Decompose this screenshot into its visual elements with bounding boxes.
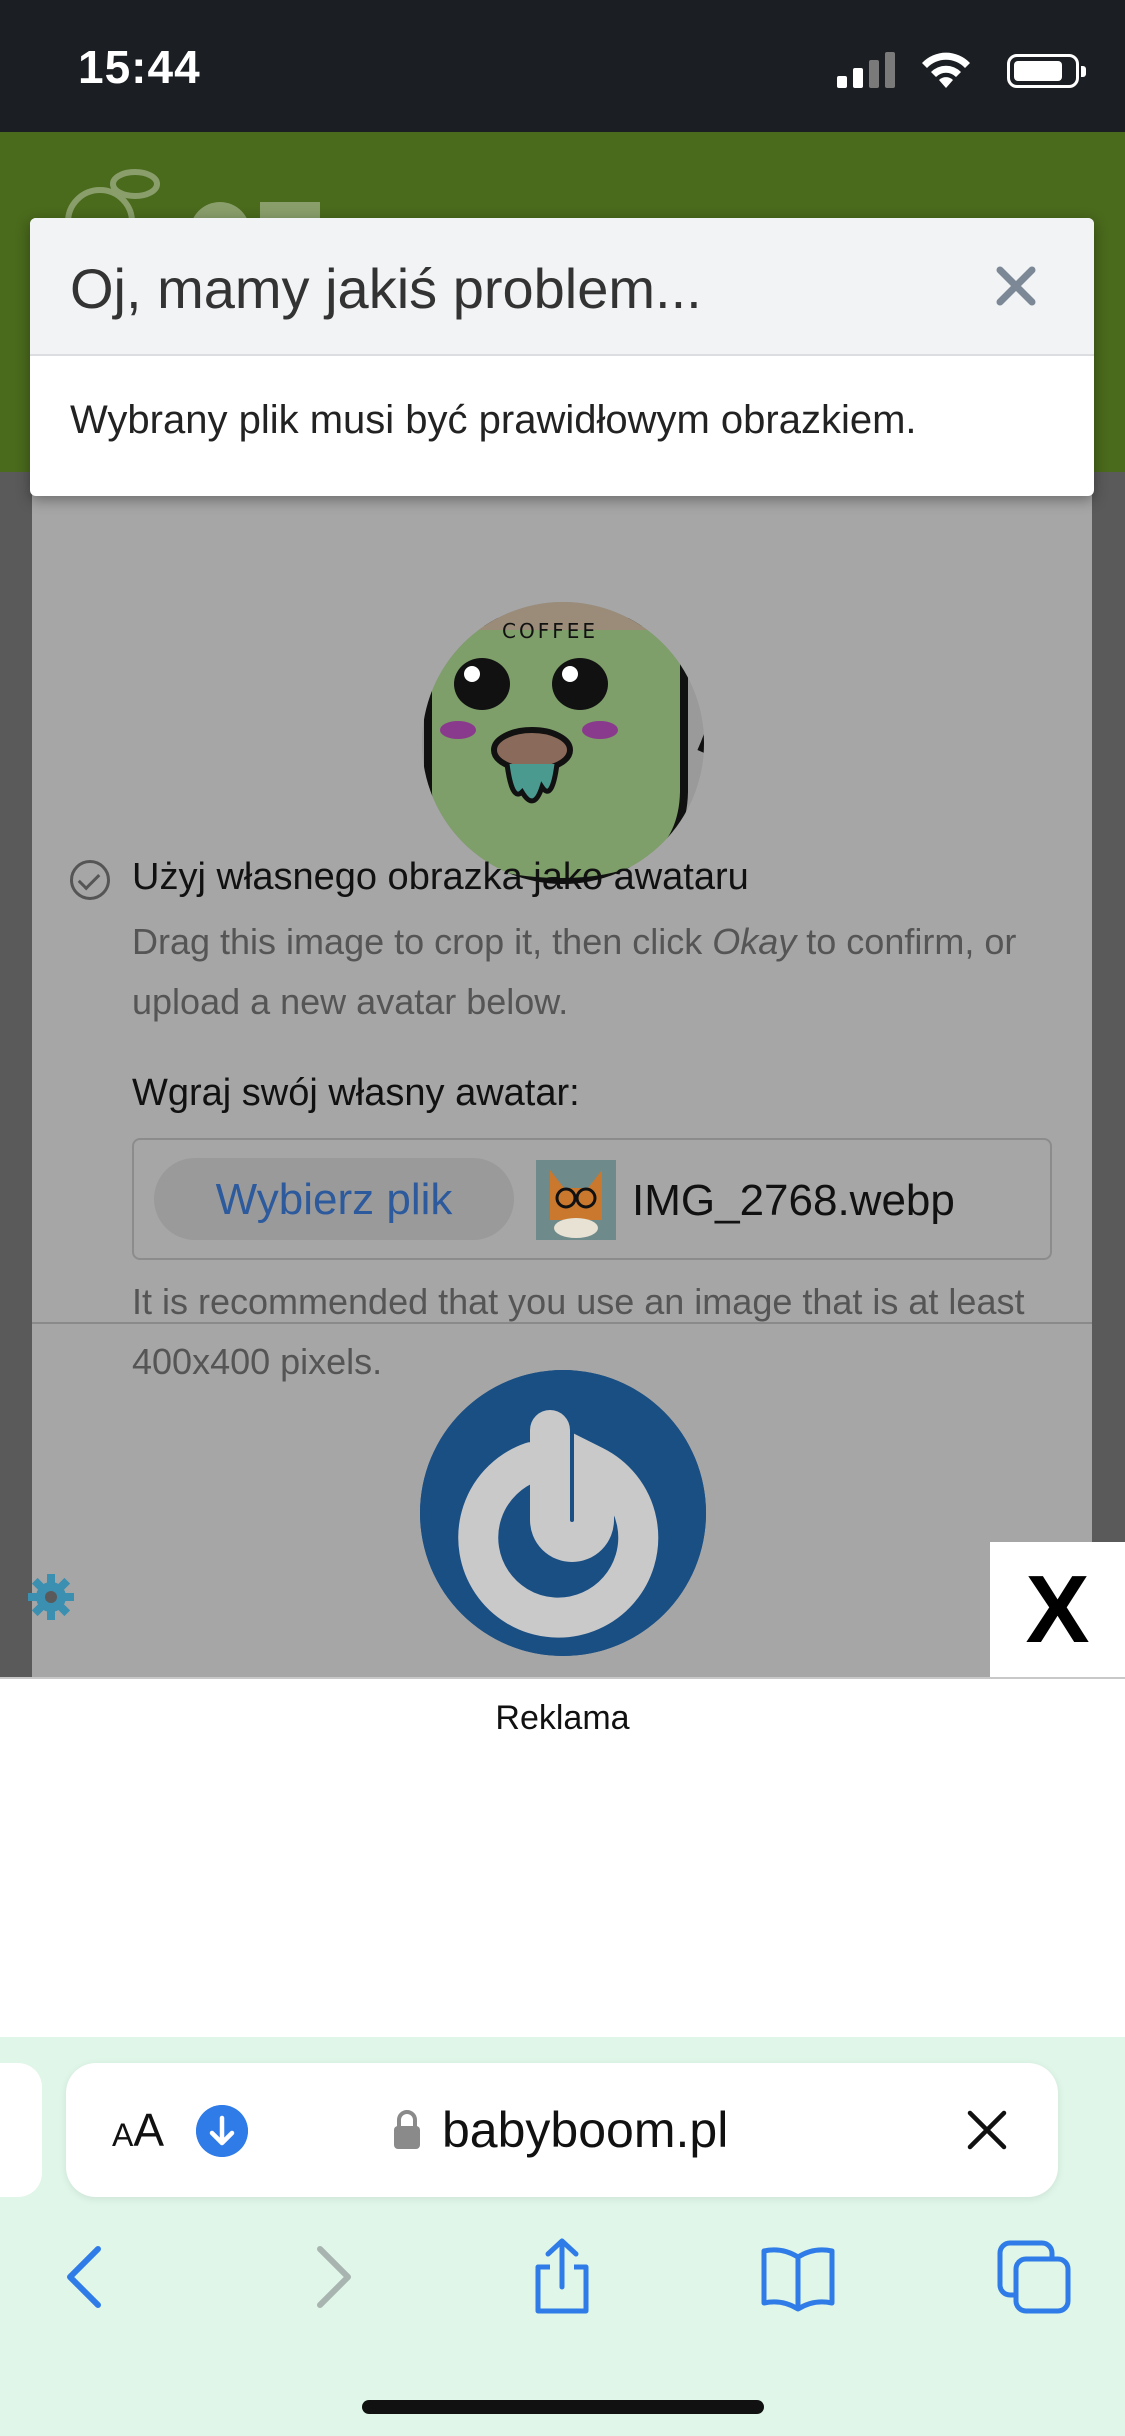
- gear-icon[interactable]: [26, 1572, 76, 1622]
- avatar-settings-card: COFFEE Użyj własnego obrazka jako awatar…: [32, 472, 1092, 1677]
- bookmarks-icon[interactable]: [758, 2237, 838, 2317]
- mug-text: COFFEE: [502, 619, 598, 643]
- tabs-icon[interactable]: [994, 2237, 1074, 2317]
- cellular-signal-icon: [837, 52, 895, 88]
- avatar-file-input[interactable]: Wybierz plik IMG_2768.webp: [132, 1138, 1052, 1260]
- selected-file-name: IMG_2768.webp: [632, 1176, 955, 1225]
- home-indicator[interactable]: [362, 2400, 764, 2414]
- ad-close-button[interactable]: X: [990, 1542, 1125, 1677]
- share-icon[interactable]: [522, 2237, 602, 2317]
- ad-label: Reklama: [495, 1699, 630, 1737]
- browser-toolbar: [0, 2217, 1125, 2347]
- crop-help-text: Drag this image to crop it, then click O…: [132, 912, 1032, 1032]
- crop-help-part: Drag this image to crop it, then click: [132, 921, 713, 962]
- current-avatar-image[interactable]: COFFEE: [422, 602, 704, 884]
- use-own-avatar-label[interactable]: Użyj własnego obrazka jako awataru: [132, 856, 749, 899]
- gravatar-logo-icon: [420, 1370, 706, 1656]
- url-text[interactable]: babyboom.pl: [442, 2101, 728, 2159]
- gravatar-avatar[interactable]: [420, 1370, 706, 1656]
- download-icon[interactable]: [196, 2105, 248, 2157]
- lock-icon: [394, 2110, 420, 2149]
- error-modal: Oj, mamy jakiś problem... Wybrany plik m…: [30, 218, 1094, 496]
- ad-banner[interactable]: Reklama: [0, 1677, 1125, 2040]
- battery-icon: [1007, 54, 1086, 88]
- check-circle-icon[interactable]: [70, 860, 110, 900]
- back-icon[interactable]: [48, 2237, 128, 2317]
- page-settings-button[interactable]: AA: [112, 2103, 164, 2157]
- aa-small: A: [112, 2117, 134, 2153]
- modal-title: Oj, mamy jakiś problem...: [70, 257, 702, 320]
- selected-file-thumbnail: [536, 1160, 616, 1240]
- coffee-mug-illustration: COFFEE: [422, 602, 704, 884]
- section-divider: [32, 1322, 1092, 1324]
- modal-header: Oj, mamy jakiś problem...: [30, 218, 1094, 356]
- browser-chrome: AA babyboom.pl: [0, 2037, 1125, 2436]
- status-bar: 15:44: [0, 0, 1125, 132]
- status-icons: [779, 50, 1086, 90]
- aa-large: A: [133, 2104, 165, 2156]
- choose-file-button[interactable]: Wybierz plik: [154, 1158, 514, 1240]
- status-time: 15:44: [78, 41, 201, 93]
- close-icon[interactable]: [988, 258, 1044, 314]
- wifi-icon: [922, 52, 970, 88]
- modal-error-message: Wybrany plik musi być prawidłowym obrazk…: [70, 398, 917, 442]
- address-bar[interactable]: AA babyboom.pl: [66, 2063, 1058, 2197]
- ad-close-label: X: [1025, 1556, 1090, 1663]
- forward-icon[interactable]: [290, 2237, 370, 2317]
- upload-avatar-label: Wgraj swój własny awatar:: [132, 1072, 580, 1114]
- crop-help-okay: Okay: [712, 921, 797, 962]
- stop-loading-icon[interactable]: [962, 2105, 1012, 2155]
- previous-tab-peek[interactable]: [0, 2063, 42, 2197]
